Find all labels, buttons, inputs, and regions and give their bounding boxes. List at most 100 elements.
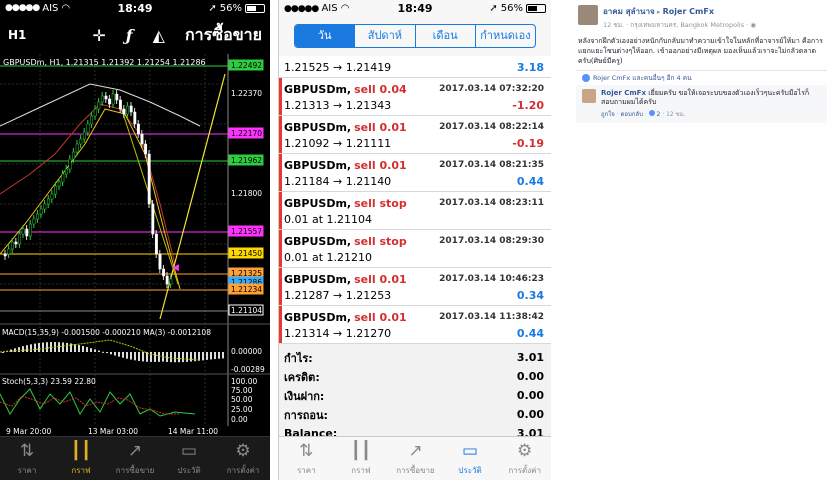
trade-row[interactable]: 1.21525 → 1.21419 3.18 — [279, 56, 551, 78]
candle-body — [158, 253, 162, 270]
price-chart[interactable]: GBPUSDm, H1, 1.21315 1.21392 1.21254 1.2… — [0, 54, 270, 436]
period-selector: วัน สัปดาห์ เดือน กำหนดเอง — [279, 16, 551, 56]
trade-row[interactable]: GBPUSDm, sell 0.04 2017.03.14 07:32:20 1.21… — [279, 78, 551, 116]
candle-body — [54, 185, 58, 195]
chart-canvas: GBPUSDm, H1, 1.21315 1.21392 1.21254 1.2… — [0, 54, 270, 436]
history-icon: ▭ — [180, 440, 198, 461]
globe-icon: ◉ — [750, 21, 756, 29]
macd-bar — [34, 343, 36, 352]
summary-line: กำไร: 3.01 — [284, 351, 544, 365]
stoch-level-label: 50.00 — [231, 395, 253, 404]
tab-quotes[interactable]: ⇅ ราคา — [279, 437, 334, 480]
macd-bar — [38, 342, 40, 352]
tab-history[interactable]: ▭ ประวัติ — [162, 437, 216, 480]
objects-icon[interactable]: ◭ — [153, 26, 165, 45]
crosshair-icon[interactable]: ✛ — [92, 26, 105, 45]
price-level-label: 1.22492 — [231, 61, 262, 70]
macd-bar — [102, 351, 104, 353]
trade-button[interactable]: การซื้อขาย — [185, 23, 262, 48]
history-phone-screen: ●●●●● AIS ◠ 18:49 ➚ 56% วัน สัปดาห์ เดือน… — [278, 0, 551, 480]
macd-bar — [174, 352, 176, 363]
candle-body — [36, 213, 40, 220]
trade-row[interactable]: GBPUSDm, sell 0.01 2017.03.14 11:38:42 1.21… — [279, 306, 551, 344]
trade-row[interactable]: GBPUSDm, sell 0.01 2017.03.14 08:22:14 1.21… — [279, 116, 551, 154]
candle-body — [97, 101, 101, 110]
sell-indicator — [279, 192, 282, 229]
post-header: อาคม สุลำนาจ ▸ Rojer CmFx 12 ชม. · กรุงเ… — [572, 0, 831, 30]
avatar[interactable] — [582, 89, 596, 103]
comment-reply-link[interactable]: ตอบกลับ — [620, 111, 642, 118]
trade-row[interactable]: GBPUSDm, sell 0.01 2017.03.14 08:21:35 1.21… — [279, 154, 551, 192]
tab-trade[interactable]: ↗ การซื้อขาย — [108, 437, 162, 480]
price-level-label: 1.21962 — [231, 156, 262, 165]
macd-bar — [110, 352, 112, 355]
candle-body — [108, 98, 112, 105]
indicator-icon[interactable]: ƒ — [126, 26, 133, 45]
candle-body — [115, 93, 119, 101]
candle-body — [111, 93, 115, 105]
price-level-label: 1.21104 — [231, 306, 262, 315]
candle-body — [126, 105, 130, 115]
stoch-label: Stoch(5,3,3) 23.59 22.80 — [2, 377, 96, 386]
timeframe-button[interactable]: H1 — [8, 28, 58, 42]
macd-bar — [126, 352, 128, 359]
post-author-link[interactable]: อาคม สุลำนาจ — [603, 7, 655, 16]
comment-time: 12 ชม. — [666, 111, 686, 118]
segment-week[interactable]: สัปดาห์ — [355, 25, 416, 47]
macd-bar — [170, 352, 172, 363]
tab-quotes[interactable]: ⇅ ราคา — [0, 437, 54, 480]
candle-body — [50, 193, 54, 200]
quotes-icon: ⇅ — [299, 440, 314, 461]
comment-like-link[interactable]: ถูกใจ — [601, 111, 615, 118]
segment-month[interactable]: เดือน — [416, 25, 476, 47]
trade-row[interactable]: GBPUSDm, sell stop 2017.03.14 08:23:11 0.01… — [279, 192, 551, 230]
price-level-label: 1.21234 — [231, 285, 262, 294]
candle-body — [118, 99, 122, 110]
candle-body — [140, 133, 144, 145]
summary-line: เงินฝาก: 0.00 — [284, 389, 544, 403]
battery-icon — [245, 3, 265, 13]
trade-row[interactable]: GBPUSDm, sell stop 2017.03.14 08:29:30 0.01… — [279, 230, 551, 268]
post-meta[interactable]: 12 ชม. · กรุงเทพมหานคร, Bangkok Metropol… — [603, 21, 750, 29]
candle-body — [133, 111, 137, 125]
candle-body — [32, 218, 36, 225]
candle-body — [7, 248, 11, 255]
candle-body — [162, 268, 166, 277]
segment-custom[interactable]: กำหนดเอง — [476, 25, 535, 47]
tab-trade[interactable]: ↗ การซื้อขาย — [388, 437, 443, 480]
macd-bar — [122, 352, 124, 358]
price-level-label: 1.21557 — [231, 227, 262, 236]
avatar[interactable] — [578, 5, 598, 25]
macd-bar — [74, 344, 76, 352]
macd-bar — [90, 348, 92, 352]
trade-row[interactable]: GBPUSDm, sell 0.01 2017.03.14 10:46:23 1.21… — [279, 268, 551, 306]
candle-body — [25, 228, 29, 237]
macd-bar — [178, 352, 180, 363]
settings-icon: ⚙ — [235, 440, 251, 461]
tab-settings[interactable]: ⚙ การตั้งค่า — [497, 437, 551, 480]
summary-line: เครดิต: 0.00 — [284, 370, 544, 384]
macd-bar — [50, 342, 52, 352]
tab-settings[interactable]: ⚙ การตั้งค่า — [216, 437, 270, 480]
summary-line: การถอน: 0.00 — [284, 408, 544, 422]
facebook-post: อาคม สุลำนาจ ▸ Rojer CmFx 12 ชม. · กรุงเ… — [572, 0, 831, 480]
sell-indicator — [279, 268, 282, 305]
macd-bar — [30, 344, 32, 352]
chart-icon: ┃┃ — [70, 440, 92, 461]
candle-body — [10, 241, 14, 250]
tab-history[interactable]: ▭ ประวัติ — [443, 437, 498, 480]
candle-body — [3, 253, 7, 257]
segment-day[interactable]: วัน — [295, 25, 356, 47]
candle-body — [28, 223, 32, 237]
tab-chart[interactable]: ┃┃ กราฟ — [334, 437, 389, 480]
sell-indicator — [279, 306, 282, 343]
post-likes[interactable]: Rojer CmFx และคนอื่นๆ อีก 4 คน — [576, 70, 827, 85]
post-target-link[interactable]: Rojer CmFx — [663, 7, 714, 16]
candle-body — [151, 203, 155, 235]
tab-chart[interactable]: ┃┃ กราฟ — [54, 437, 108, 480]
macd-bar — [46, 342, 48, 352]
candlesticks — [3, 90, 173, 288]
candle-body — [64, 168, 68, 175]
macd-bar — [138, 352, 140, 361]
comment-author-link[interactable]: Rojer CmFx — [601, 89, 646, 97]
